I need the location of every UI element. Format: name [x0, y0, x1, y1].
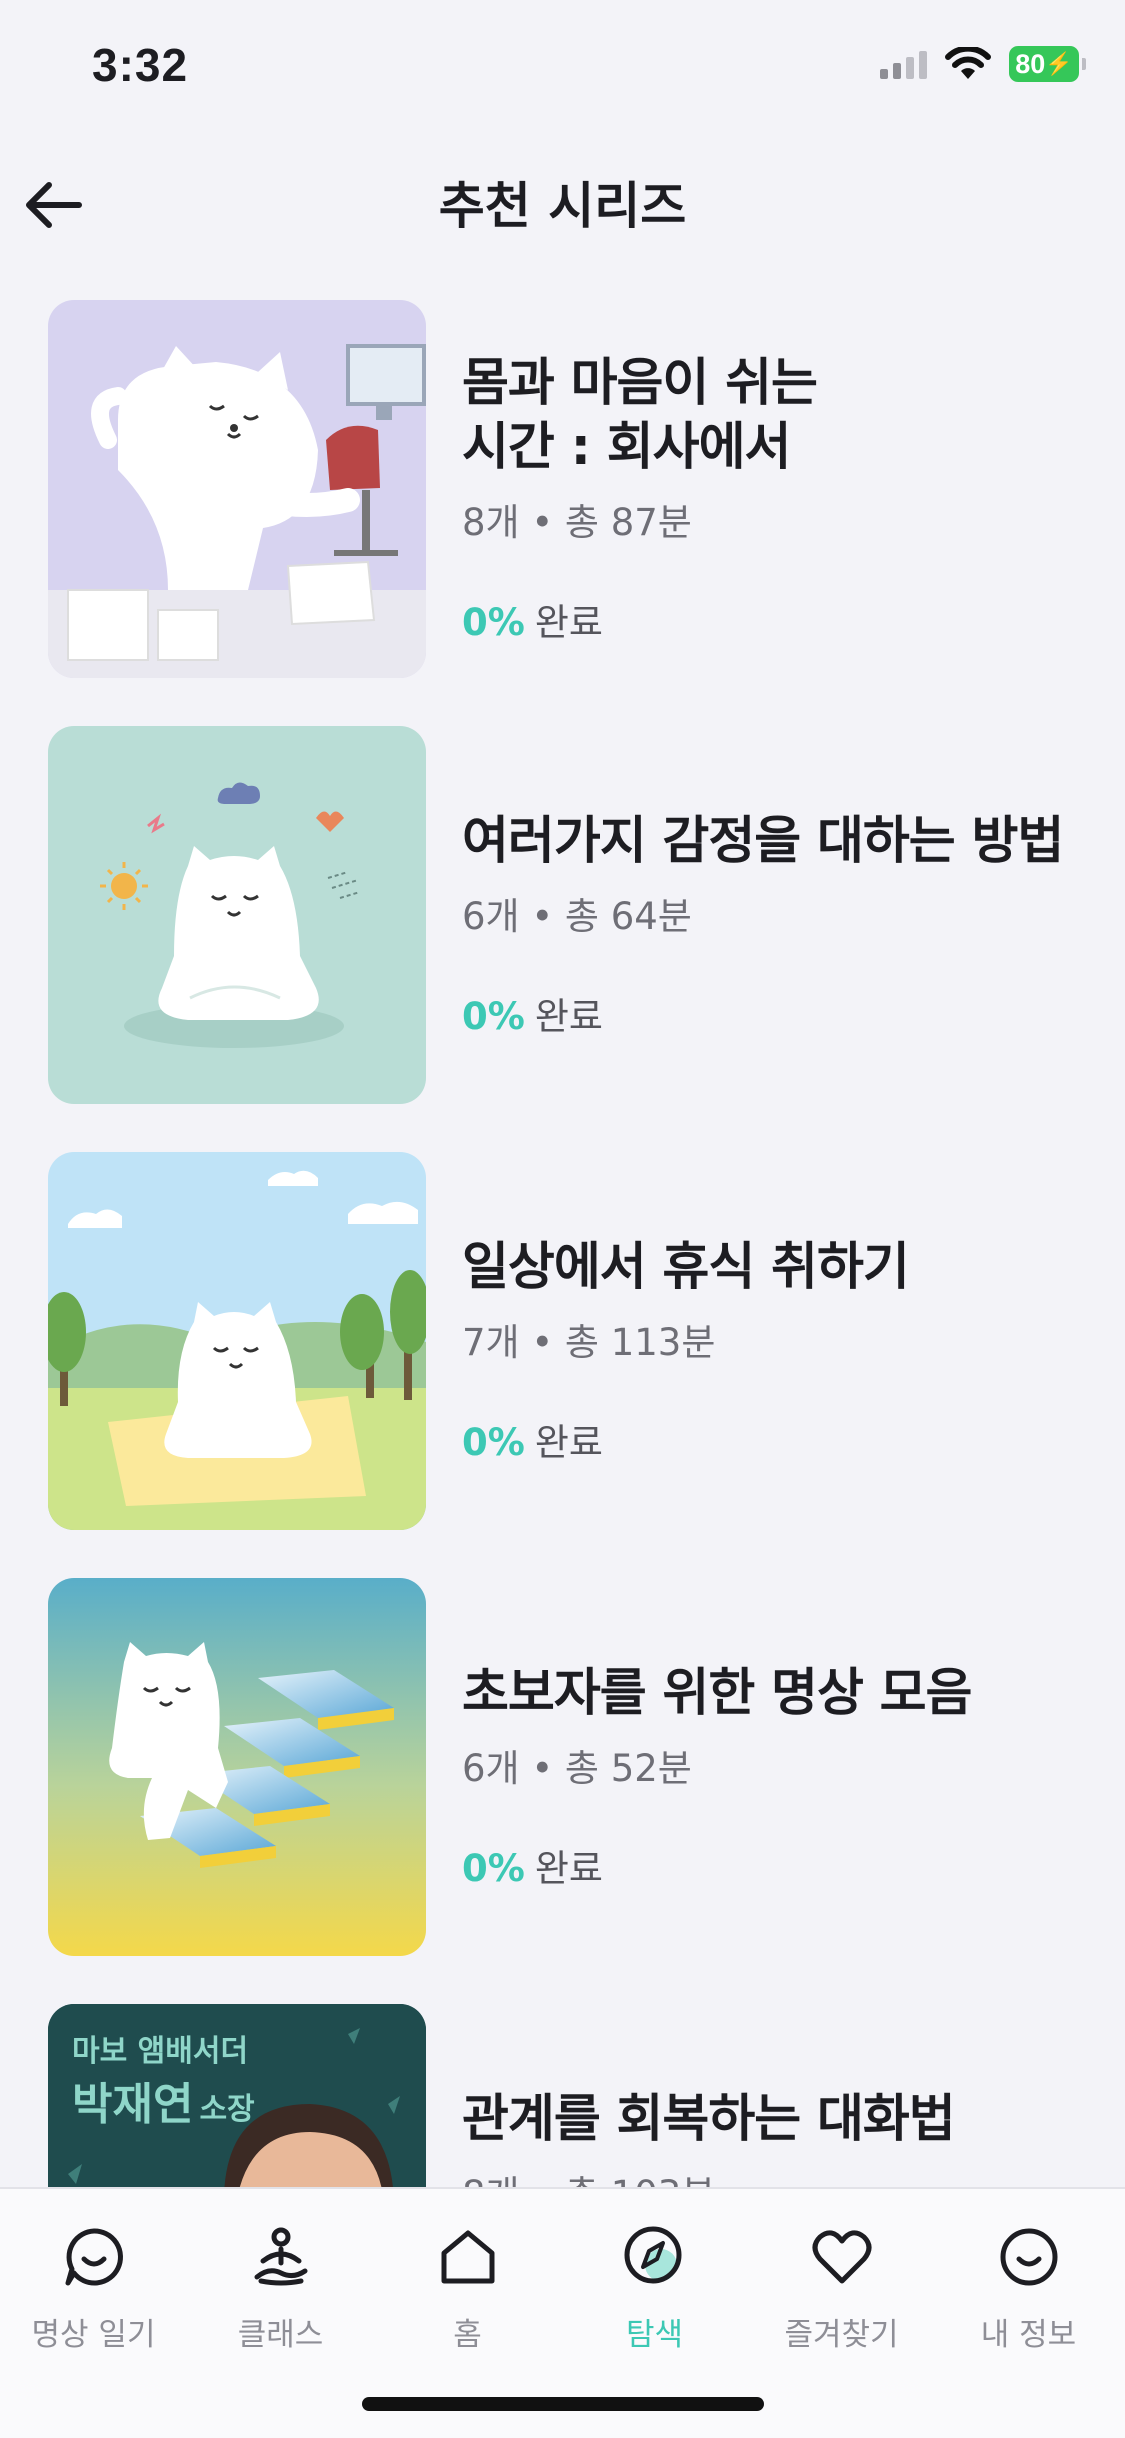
- wifi-icon: [945, 47, 991, 79]
- series-thumbnail: [48, 300, 426, 678]
- series-title: 일상에서 휴식 취하기: [462, 1238, 910, 1297]
- progress-label: 완료: [534, 1847, 603, 1890]
- tab-class[interactable]: 클래스: [187, 2203, 374, 2354]
- series-card[interactable]: 몸과 마음이 쉬는 시간 : 회사에서 8개 • 총 87분 0% 완료: [0, 300, 1125, 680]
- series-info: 일상에서 휴식 취하기 7개 • 총 113분 0% 완료: [462, 1236, 1095, 1466]
- progress-label: 완료: [534, 1421, 603, 1464]
- series-card[interactable]: 초보자를 위한 명상 모음 6개 • 총 52분 0% 완료: [0, 1578, 1125, 1958]
- progress-percent: 0%: [462, 1847, 525, 1890]
- series-progress: 0% 완료: [462, 1838, 1095, 1892]
- thumbnail-person: 박재연: [72, 2079, 194, 2130]
- series-meta: 6개 • 총 64분: [462, 895, 692, 938]
- series-card[interactable]: 여러가지 감정을 대하는 방법 6개 • 총 64분 0% 완료: [0, 726, 1125, 1106]
- series-progress: 0% 완료: [462, 986, 1095, 1040]
- series-thumbnail: 마보 앰배서더 박재연 소장: [48, 2004, 426, 2187]
- battery-icon: 80 ⚡: [1009, 46, 1086, 82]
- series-info: 초보자를 위한 명상 모음 6개 • 총 52분 0% 완료: [462, 1662, 1095, 1892]
- series-card[interactable]: 일상에서 휴식 취하기 7개 • 총 113분 0% 완료: [0, 1152, 1125, 1532]
- tab-label: 홈: [453, 2317, 482, 2353]
- series-meta: 6개 • 총 52분: [462, 1747, 692, 1790]
- series-title: 관계를 회복하는 대화법: [462, 2090, 956, 2149]
- tab-home[interactable]: 홈: [374, 2203, 561, 2354]
- battery-level: 80: [1015, 48, 1046, 79]
- series-thumbnail: [48, 1578, 426, 1956]
- series-info: 몸과 마음이 쉬는 시간 : 회사에서 8개 • 총 87분 0% 완료: [462, 352, 1095, 646]
- series-meta: 7개 • 총 113분: [462, 1321, 716, 1364]
- series-title: 여러가지 감정을 대하는 방법: [462, 812, 1064, 871]
- cellular-signal-icon: [880, 49, 927, 79]
- tab-label: 클래스: [237, 2317, 324, 2353]
- progress-percent: 0%: [462, 601, 525, 644]
- series-thumbnail: [48, 1152, 426, 1530]
- series-thumbnail: [48, 726, 426, 1104]
- series-card[interactable]: 마보 앰배서더 박재연소장 관계를 회복하는 대화법 8개 • 총 103분: [0, 2004, 1125, 2187]
- smile-icon: [993, 2221, 1065, 2293]
- series-info: 관계를 회복하는 대화법 8개 • 총 103분: [462, 2088, 1095, 2187]
- progress-label: 완료: [534, 601, 603, 644]
- tab-favorites[interactable]: 즐겨찾기: [748, 2203, 935, 2354]
- series-meta: 8개 • 총 103분: [462, 2164, 1095, 2187]
- series-meta: 8개 • 총 87분: [462, 501, 692, 544]
- tab-label: 즐겨찾기: [784, 2317, 899, 2353]
- progress-label: 완료: [534, 995, 603, 1038]
- tab-explore[interactable]: 탐색: [561, 2203, 748, 2354]
- tab-my-info[interactable]: 내 정보: [935, 2203, 1122, 2354]
- series-progress: 0% 완료: [462, 1412, 1095, 1466]
- series-list[interactable]: 몸과 마음이 쉬는 시간 : 회사에서 8개 • 총 87분 0% 완료 여러가…: [0, 300, 1125, 2187]
- tab-label: 명상 일기: [31, 2317, 156, 2353]
- series-info: 여러가지 감정을 대하는 방법 6개 • 총 64분 0% 완료: [462, 810, 1095, 1040]
- progress-percent: 0%: [462, 1421, 525, 1464]
- thumbnail-name: 박재연 소장: [72, 2068, 255, 2132]
- status-bar: 3:32 80 ⚡: [0, 0, 1125, 140]
- page-title: 추천 시리즈: [438, 177, 687, 235]
- compass-icon: [619, 2221, 691, 2293]
- status-indicators: 80 ⚡: [880, 46, 1086, 82]
- meditation-person-icon: [245, 2221, 317, 2293]
- heart-icon: [806, 2221, 878, 2293]
- series-progress: 0% 완료: [462, 592, 1095, 646]
- home-indicator: [362, 2397, 764, 2411]
- tab-meditation-diary[interactable]: 명상 일기: [0, 2203, 187, 2354]
- thumbnail-caption: 마보 앰배서더: [72, 2034, 249, 2069]
- tab-label: 내 정보: [980, 2317, 1077, 2353]
- status-time: 3:32: [92, 39, 189, 91]
- series-title: 몸과 마음이 쉬는 시간 : 회사에서: [462, 354, 818, 477]
- series-title: 초보자를 위한 명상 모음: [462, 1664, 972, 1723]
- nav-header: 추천 시리즈: [0, 150, 1125, 250]
- progress-percent: 0%: [462, 995, 525, 1038]
- home-icon: [432, 2221, 504, 2293]
- tab-label: 탐색: [625, 2317, 684, 2353]
- chat-smile-icon: [58, 2221, 130, 2293]
- thumbnail-role: 소장: [199, 2092, 255, 2127]
